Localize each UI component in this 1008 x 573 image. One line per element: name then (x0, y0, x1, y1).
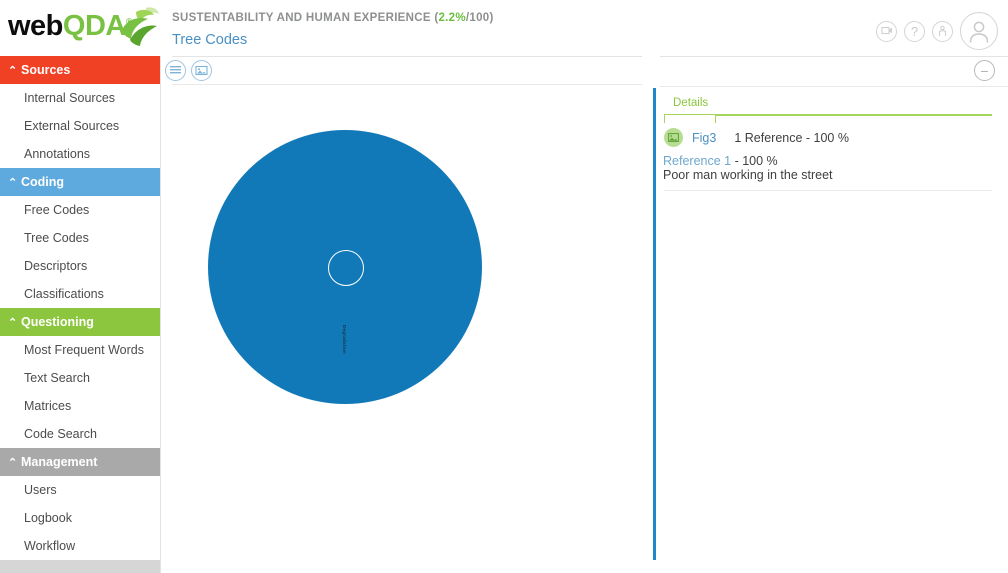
reference-link[interactable]: Reference 1 (663, 154, 731, 168)
page-title: SUSTENTABILITY AND HUMAN EXPERIENCE (2.2… (172, 12, 642, 24)
image-file-icon (664, 128, 683, 147)
toolbar-divider (172, 84, 642, 85)
question-mark-glyph: ? (910, 23, 919, 39)
sidebar-section-label: Sources (21, 63, 71, 77)
sidebar-item-matrices[interactable]: Matrices (0, 392, 160, 420)
picture-glyph (195, 65, 208, 76)
panel-split-handle[interactable] (653, 88, 656, 560)
help-icon[interactable]: ? (904, 20, 925, 42)
reference-meta: - 100 % (731, 154, 778, 168)
person-glyph (938, 25, 947, 36)
sidebar-section-label: Management (21, 455, 98, 469)
top-right-icon-bar: ? (876, 12, 998, 50)
sidebar-item-logbook[interactable]: Logbook (0, 504, 160, 532)
image-view-icon[interactable] (191, 60, 212, 81)
tab-underline (716, 114, 992, 116)
sidebar-section-label: Questioning (21, 315, 94, 329)
chevron-up-icon: ⌃ (8, 457, 18, 469)
chevron-up-icon: ⌃ (8, 177, 18, 189)
sidebar: ⌃ Sources Internal Sources External Sourc… (0, 56, 161, 573)
sidebar-section-label: Coding (21, 175, 65, 189)
collapse-panel-button[interactable]: − (974, 60, 995, 81)
chart-toolbar (165, 60, 212, 81)
sidebar-section-coding[interactable]: ⌃ Coding (0, 168, 160, 196)
sidebar-item-most-frequent-words[interactable]: Most Frequent Words (0, 336, 160, 364)
sidebar-item-users[interactable]: Users (0, 476, 160, 504)
coverage-total: /100) (465, 12, 494, 24)
breadcrumb[interactable]: Tree Codes (172, 32, 642, 48)
tab-details[interactable]: Details (673, 97, 708, 109)
details-separator (664, 190, 992, 191)
sidebar-item-tree-codes[interactable]: Tree Codes (0, 224, 160, 252)
minus-icon: − (980, 62, 989, 79)
user-avatar[interactable] (960, 12, 998, 50)
sidebar-section-sources[interactable]: ⌃ Sources (0, 56, 160, 84)
sidebar-section-questioning[interactable]: ⌃ Questioning (0, 308, 160, 336)
leaf-icon (122, 7, 159, 46)
logo-text-web: web (8, 10, 63, 42)
reference-header: Reference 1 - 100 % (663, 154, 778, 168)
support-icon[interactable] (932, 20, 953, 42)
list-lines-glyph (170, 66, 181, 74)
source-name-link[interactable]: Fig3 (692, 131, 716, 145)
tree-codes-chart[interactable]: Degradation (160, 88, 653, 573)
source-reference-count: 1 Reference - 100 % (734, 130, 849, 145)
avatar-person-glyph (969, 21, 989, 43)
sidebar-item-workflow[interactable]: Workflow (0, 532, 160, 560)
details-source-row[interactable]: Fig3 1 Reference - 100 % (664, 128, 849, 147)
video-glyph (880, 26, 892, 35)
logo-text: webQDA® (8, 10, 133, 42)
brand-logo[interactable]: webQDA® (0, 0, 160, 56)
page-header: SUSTENTABILITY AND HUMAN EXPERIENCE (2.2… (172, 12, 642, 48)
sidebar-item-text-search[interactable]: Text Search (0, 364, 160, 392)
chevron-up-icon: ⌃ (8, 317, 18, 329)
picture-glyph (668, 133, 679, 142)
tab-details-shape (664, 114, 716, 123)
sidebar-item-internal-sources[interactable]: Internal Sources (0, 84, 160, 112)
sidebar-item-classifications[interactable]: Classifications (0, 280, 160, 308)
list-view-icon[interactable] (165, 60, 186, 81)
sidebar-item-descriptors[interactable]: Descriptors (0, 252, 160, 280)
sidebar-bottom-section[interactable] (0, 560, 160, 573)
sidebar-item-free-codes[interactable]: Free Codes (0, 196, 160, 224)
right-panel-divider-2 (660, 86, 1008, 87)
sidebar-item-code-search[interactable]: Code Search (0, 420, 160, 448)
chart-node-label: Degradation (342, 325, 347, 354)
sidebar-item-annotations[interactable]: Annotations (0, 140, 160, 168)
sidebar-item-external-sources[interactable]: External Sources (0, 112, 160, 140)
reference-text: Poor man working in the street (663, 168, 833, 182)
chart-center-node[interactable] (328, 250, 364, 286)
page-title-text: SUSTENTABILITY AND HUMAN EXPERIENCE ( (172, 12, 439, 24)
coverage-percent: 2.2% (438, 12, 466, 24)
video-tutorial-icon[interactable] (876, 20, 897, 42)
chevron-up-icon: ⌃ (8, 65, 18, 77)
right-panel-divider (660, 56, 1008, 57)
header-divider (172, 56, 642, 57)
sidebar-section-management[interactable]: ⌃ Management (0, 448, 160, 476)
